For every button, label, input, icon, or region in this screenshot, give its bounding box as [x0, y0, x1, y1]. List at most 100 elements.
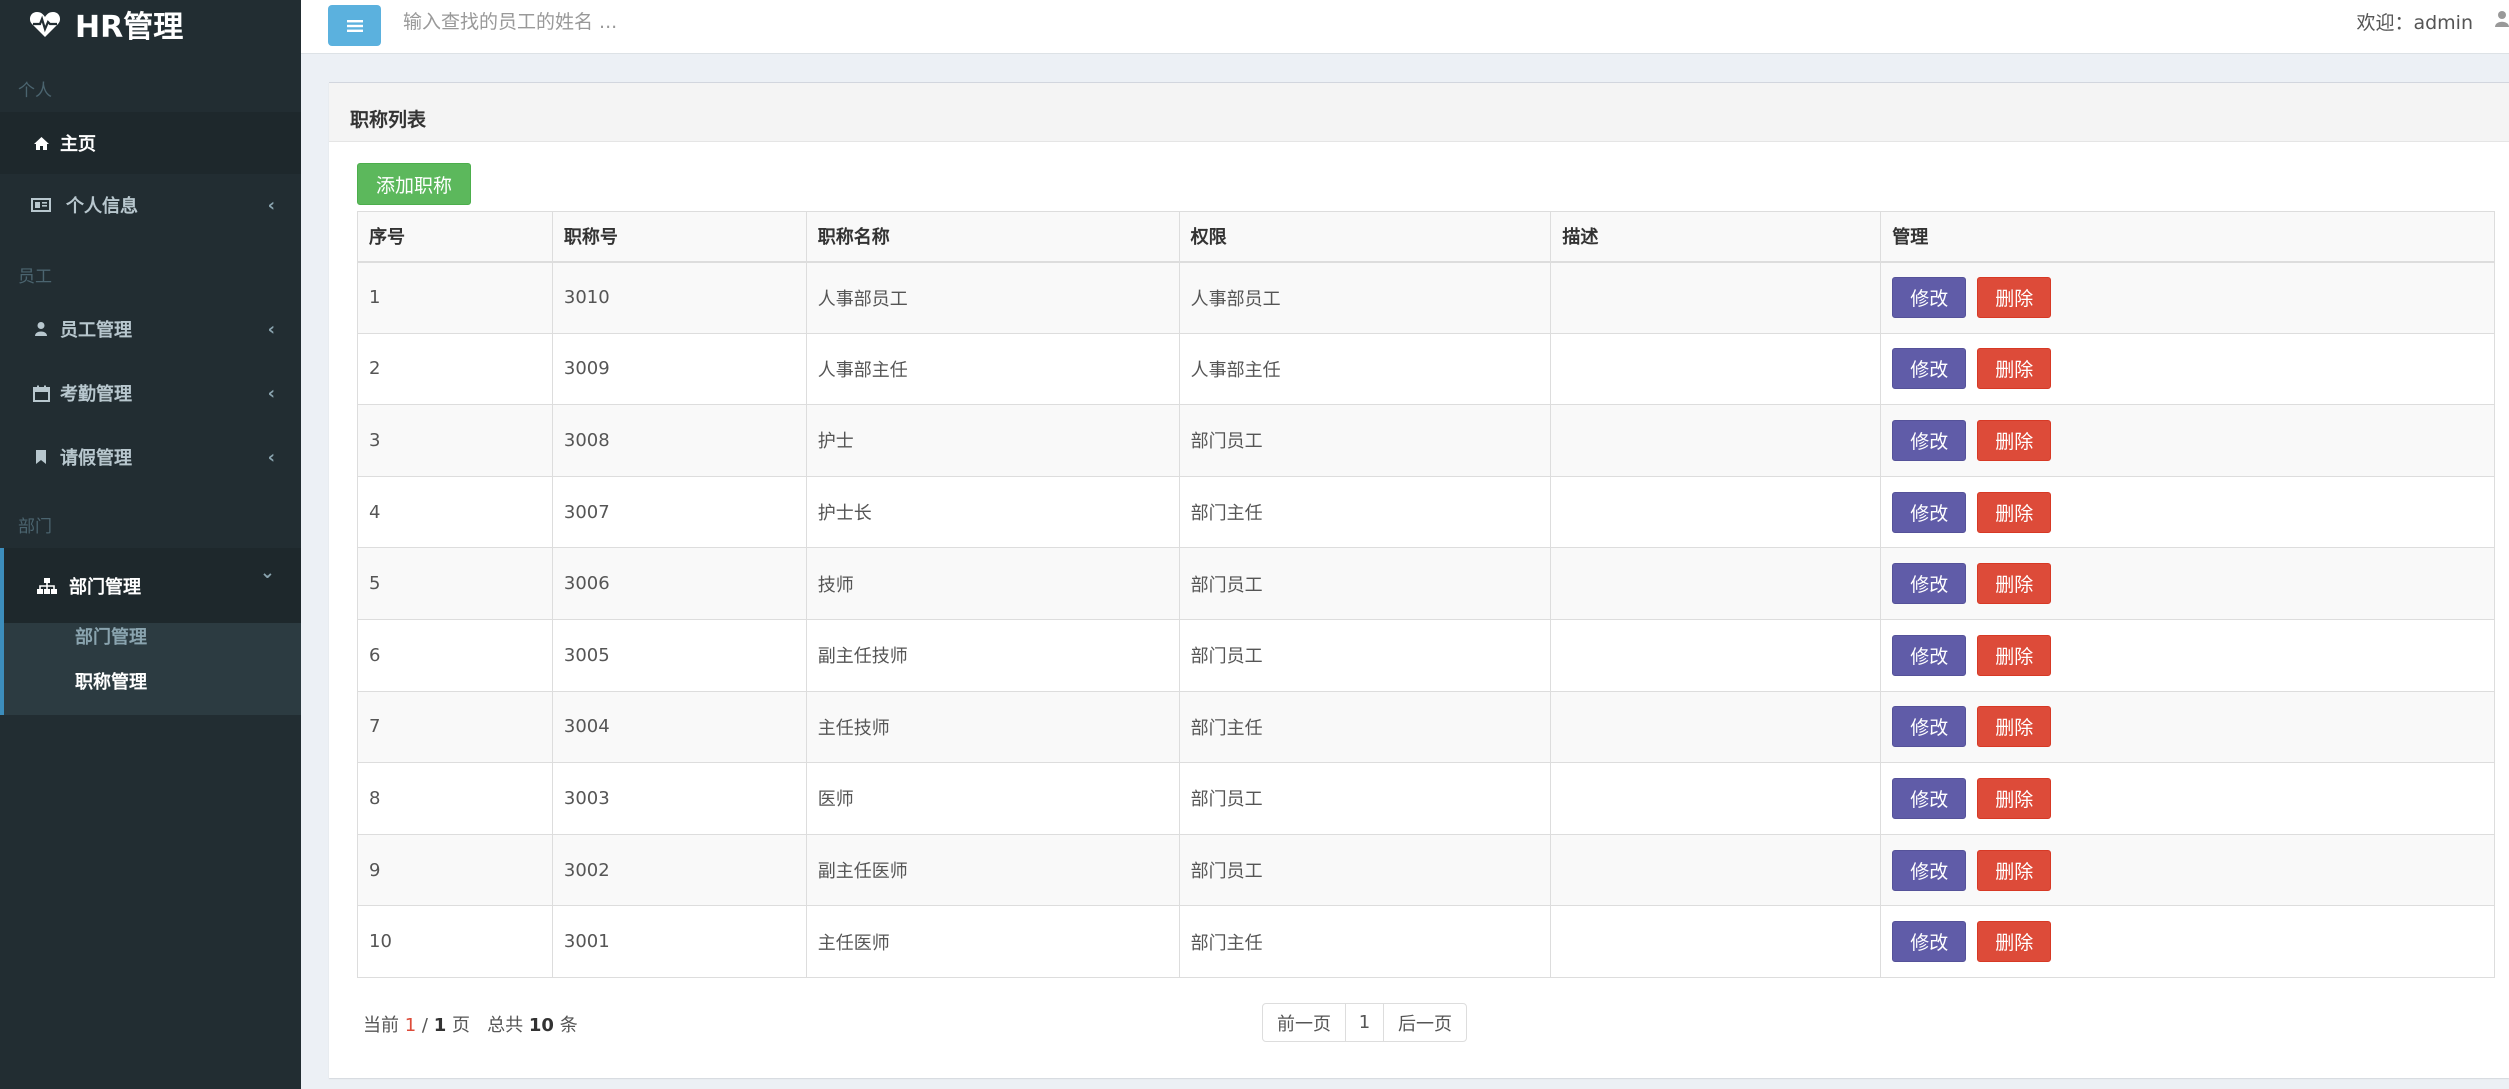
edit-button[interactable]: 修改: [1892, 849, 1967, 891]
cell-index: 9: [357, 833, 553, 907]
edit-button[interactable]: 修改: [1892, 706, 1967, 748]
delete-button[interactable]: 删除: [1977, 563, 2052, 605]
page-info-total-prefix: 总共: [487, 1015, 524, 1036]
delete-button[interactable]: 删除: [1977, 706, 2052, 748]
cell-index: 5: [357, 547, 553, 620]
user-icon: [31, 319, 51, 339]
sidebar-item-attendance-management[interactable]: 考勤管理 ‹: [0, 362, 301, 424]
column-header-title-id: 职称号: [551, 211, 807, 263]
sidebar-item-label: 员工管理: [60, 320, 132, 341]
chevron-left-icon: ‹: [267, 194, 275, 216]
section-label-personal: 个人: [18, 81, 52, 101]
cell-permission: 人事部员工: [1178, 261, 1552, 334]
welcome-text: 欢迎：admin: [2356, 12, 2473, 34]
cell-permission: 部门主任: [1178, 475, 1552, 549]
edit-button[interactable]: 修改: [1892, 921, 1967, 963]
sidebar: HR管理 个人 主页 个人信息 ‹ 员工 员工管理 ‹ 考勤管理 ‹ 请假管理: [0, 0, 301, 1089]
table-row: 2 3009 人事部主任 人事部主任 修改 删除: [357, 332, 2495, 406]
page-number-button[interactable]: 1: [1345, 1003, 1384, 1042]
cell-description: [1550, 833, 1882, 907]
cell-actions: 修改 删除: [1880, 833, 2495, 907]
cell-index: 1: [357, 261, 553, 334]
edit-button[interactable]: 修改: [1892, 419, 1967, 461]
edit-button[interactable]: 修改: [1892, 491, 1967, 533]
heartbeat-icon: [29, 12, 61, 37]
cell-title-id: 3003: [551, 762, 807, 835]
delete-button[interactable]: 删除: [1977, 348, 2052, 390]
sidebar-item-label: 考勤管理: [60, 384, 132, 405]
cell-actions: 修改 删除: [1880, 618, 2495, 692]
edit-button[interactable]: 修改: [1892, 277, 1967, 319]
cell-description: [1550, 404, 1882, 477]
edit-button[interactable]: 修改: [1892, 634, 1967, 676]
title-list-box: 职称列表 添加职称 序号 职称号 职称名称 权限 描述 管理 1 3010 人事部员…: [329, 82, 2509, 1078]
cell-title-id: 3005: [551, 618, 807, 692]
sidebar-item-label: 请假管理: [60, 448, 132, 469]
cell-index: 6: [357, 618, 553, 692]
cell-description: [1550, 261, 1882, 334]
prev-page-button[interactable]: 前一页: [1262, 1003, 1346, 1042]
search-input[interactable]: [403, 4, 903, 40]
cell-actions: 修改 删除: [1880, 547, 2495, 620]
cell-actions: 修改 删除: [1880, 690, 2495, 764]
box-header: 职称列表: [329, 83, 2509, 142]
table-row: 10 3001 主任医师 部门主任 修改 删除: [357, 905, 2495, 978]
cell-permission: 部门员工: [1178, 833, 1552, 907]
page-info-total-pages: 1: [433, 1015, 447, 1036]
cell-title-id: 3008: [551, 404, 807, 477]
pagination: 前一页 1 后一页: [1262, 1003, 1467, 1042]
section-label-employee: 员工: [18, 267, 52, 287]
page-info-separator: /: [421, 1015, 428, 1036]
sidebar-subitem-department[interactable]: 部门管理: [75, 623, 147, 649]
delete-button[interactable]: 删除: [1977, 491, 2052, 533]
cell-description: [1550, 762, 1882, 835]
id-card-icon: [31, 195, 51, 215]
cell-permission: 人事部主任: [1178, 332, 1552, 406]
sidebar-item-home[interactable]: 主页: [0, 112, 301, 174]
brand-logo[interactable]: HR管理: [29, 0, 183, 48]
cell-title-id: 3010: [551, 261, 807, 334]
delete-button[interactable]: 删除: [1977, 277, 2052, 319]
add-title-button[interactable]: 添加职称: [357, 163, 471, 205]
top-navbar: 欢迎：admin: [301, 0, 2509, 54]
cell-title-name: 副主任技师: [805, 618, 1180, 692]
table-row: 3 3008 护士 部门员工 修改 删除: [357, 404, 2495, 477]
edit-button[interactable]: 修改: [1892, 777, 1967, 819]
cell-title-id: 3002: [551, 833, 807, 907]
delete-button[interactable]: 删除: [1977, 634, 2052, 676]
box-title: 职称列表: [350, 109, 427, 131]
sidebar-item-label: 部门管理: [69, 576, 141, 598]
user-icon[interactable]: [2495, 10, 2509, 27]
page-info-page-unit: 页: [452, 1015, 470, 1036]
edit-button[interactable]: 修改: [1892, 348, 1967, 390]
sidebar-item-personal-info[interactable]: 个人信息 ‹: [0, 174, 301, 236]
cell-description: [1550, 690, 1882, 764]
sidebar-toggle-button[interactable]: [328, 5, 381, 46]
next-page-button[interactable]: 后一页: [1383, 1003, 1467, 1042]
cell-actions: 修改 删除: [1880, 261, 2495, 334]
sidebar-subitem-title-management[interactable]: 职称管理: [75, 668, 147, 694]
cell-description: [1550, 618, 1882, 692]
table-row: 9 3002 副主任医师 部门员工 修改 删除: [357, 833, 2495, 907]
chevron-left-icon: ‹: [267, 318, 275, 340]
column-header-index: 序号: [357, 211, 553, 263]
cell-permission: 部门员工: [1178, 404, 1552, 477]
cell-index: 7: [357, 690, 553, 764]
delete-button[interactable]: 删除: [1977, 777, 2052, 819]
cell-title-name: 主任技师: [805, 690, 1180, 764]
cell-title-name: 护士: [805, 404, 1180, 477]
table-row: 5 3006 技师 部门员工 修改 删除: [357, 547, 2495, 620]
sidebar-item-leave-management[interactable]: 请假管理 ‹: [0, 426, 301, 488]
calendar-icon: [31, 383, 51, 403]
delete-button[interactable]: 删除: [1977, 419, 2052, 461]
cell-title-name: 副主任医师: [805, 833, 1180, 907]
sidebar-item-department-management[interactable]: 部门管理 ⌄: [0, 548, 301, 623]
delete-button[interactable]: 删除: [1977, 849, 2052, 891]
cell-index: 8: [357, 762, 553, 835]
table-row: 4 3007 护士长 部门主任 修改 删除: [357, 475, 2495, 549]
sidebar-item-employee-management[interactable]: 员工管理 ‹: [0, 298, 301, 360]
edit-button[interactable]: 修改: [1892, 563, 1967, 605]
table-row: 7 3004 主任技师 部门主任 修改 删除: [357, 690, 2495, 764]
delete-button[interactable]: 删除: [1977, 921, 2052, 963]
section-label-department: 部门: [18, 517, 52, 537]
